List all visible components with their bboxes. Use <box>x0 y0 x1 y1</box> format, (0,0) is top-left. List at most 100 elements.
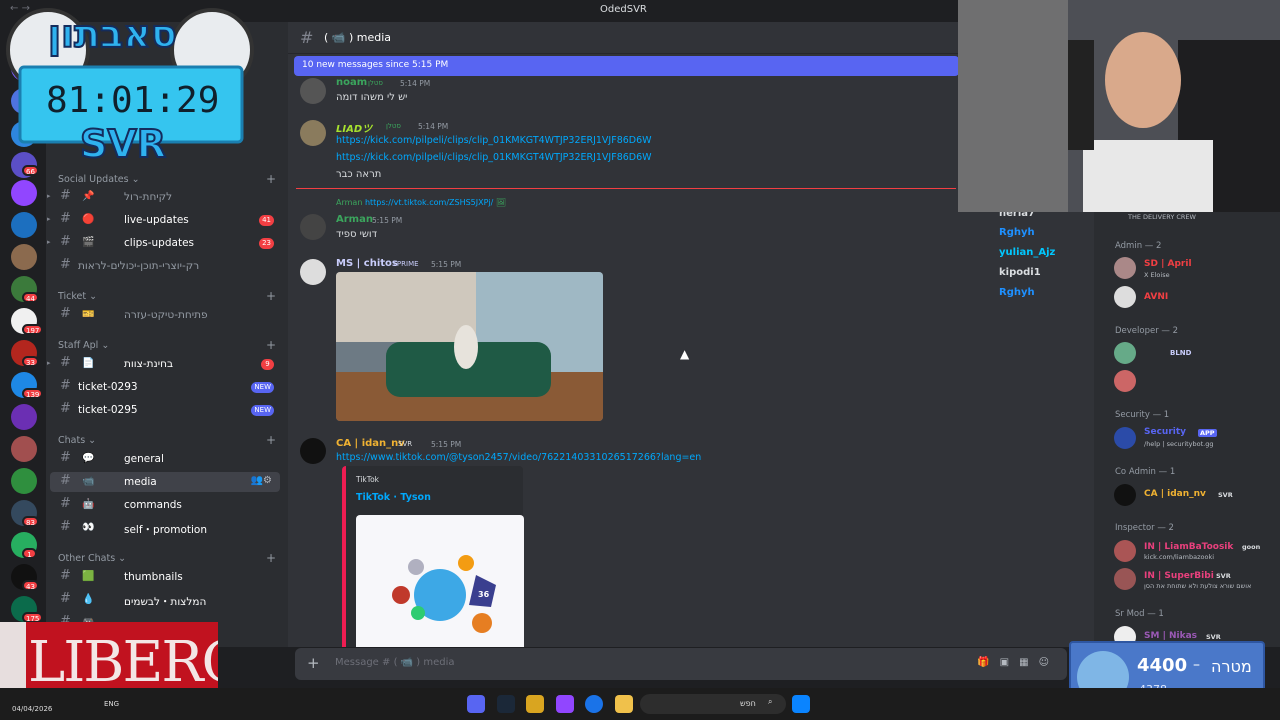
member-name[interactable]: IN | LiamBaToosik <box>1144 542 1233 552</box>
channel-settings-icon[interactable]: 👥⚙ <box>251 475 272 486</box>
server-badge: 43 <box>22 580 39 591</box>
member-name[interactable]: AVNI <box>1144 292 1168 302</box>
channel-self-promotion[interactable]: # 👀 self・promotion <box>50 518 280 538</box>
overlay-chat-name: Rghyh <box>999 287 1035 298</box>
avatar[interactable] <box>1114 342 1136 364</box>
message-input[interactable]: Message # ( 📹 ) media <box>335 657 455 668</box>
avatar[interactable] <box>300 120 326 146</box>
message-author[interactable]: CA | idan_nv <box>336 438 405 449</box>
message-link[interactable]: https://kick.com/pilpeli/clips/clip_01KM… <box>336 135 652 146</box>
avatar[interactable] <box>1114 484 1136 506</box>
hash-icon: # <box>60 257 71 272</box>
channel-open-ticket[interactable]: # 🎫 פתיחת-טיקט-עזרה <box>50 305 280 325</box>
message-link[interactable]: https://kick.com/pilpeli/clips/clip_01KM… <box>336 152 652 163</box>
member-name[interactable]: Security <box>1144 427 1186 437</box>
hash-icon: # <box>60 519 71 534</box>
member-name[interactable]: CA | idan_nv <box>1144 489 1206 499</box>
discord-icon[interactable] <box>467 695 485 713</box>
message-time: 5:14 PM <box>400 79 431 88</box>
category-staff-apl[interactable]: Staff Apl ⌄ + <box>58 338 276 352</box>
reply-preview[interactable]: Arman https://vt.tiktok.com/ZSHS5JXPj/ 🖼 <box>336 198 506 207</box>
folder-icon[interactable] <box>615 695 633 713</box>
app-icon[interactable] <box>556 695 574 713</box>
taskbar-search[interactable]: חפש ⌕ <box>640 694 786 714</box>
tiktok-embed[interactable]: TikTok TikTok · Tyson 36 <box>342 466 524 647</box>
rank-number: 36 <box>478 590 490 599</box>
channel-roles[interactable]: ▸ # 📌 לקיחת-רול <box>47 187 280 207</box>
add-channel-button[interactable]: + <box>266 551 276 565</box>
member-status: X Eloise <box>1144 271 1170 279</box>
message-text: דושי ספיד <box>336 229 378 240</box>
embed-title[interactable]: TikTok · Tyson <box>356 492 431 503</box>
server-icon[interactable] <box>11 468 37 494</box>
channel-name: self・promotion <box>124 524 207 536</box>
channel-perfume-recs[interactable]: # 💧 המלצות・לבשמים <box>50 590 280 610</box>
goal-label: מטרה <box>1211 657 1252 676</box>
message-author[interactable]: LIADツ <box>336 120 372 135</box>
member-name[interactable]: IN | SuperBibi <box>1144 571 1214 581</box>
server-badge: 33 <box>22 356 39 367</box>
reply-link[interactable]: https://vt.tiktok.com/ZSHS5JXPj/ <box>365 198 493 207</box>
category-ticket[interactable]: Ticket ⌄ + <box>58 289 276 303</box>
message-author[interactable]: Arman <box>336 214 373 225</box>
member-list: THE DELIVERY CREW Admin — 2 SD | April X… <box>1094 210 1280 647</box>
add-attachment-button[interactable]: + <box>307 654 320 672</box>
avatar[interactable] <box>1114 540 1136 562</box>
avatar[interactable] <box>300 438 326 464</box>
embed-provider[interactable]: TikTok <box>356 475 379 484</box>
channel-name: media <box>124 476 157 488</box>
category-label: Ticket <box>58 291 87 302</box>
add-channel-button[interactable]: + <box>266 433 276 447</box>
chrome-icon[interactable] <box>585 695 603 713</box>
category-label: Chats <box>58 435 86 446</box>
channel-media[interactable]: # 📹 media 👥⚙ <box>50 472 280 492</box>
avatar[interactable] <box>300 78 326 104</box>
app-icon[interactable] <box>526 695 544 713</box>
channel-staff-test[interactable]: ▸ # 📄 בחינת-צוות 9 <box>47 354 280 374</box>
category-social-updates[interactable]: Social Updates ⌄ + <box>58 172 276 186</box>
channel-ticket-0295[interactable]: # ticket-0295 NEW <box>50 400 280 420</box>
avatar[interactable] <box>1114 568 1136 590</box>
hash-icon: # <box>60 591 71 606</box>
channel-general[interactable]: # 💬 general <box>50 449 280 469</box>
add-channel-button[interactable]: + <box>266 338 276 352</box>
server-icon[interactable] <box>11 436 37 462</box>
new-messages-bar[interactable]: 10 new messages since 5:15 PM <box>294 56 959 76</box>
windows-start-icon[interactable] <box>792 695 810 713</box>
avatar[interactable] <box>1114 370 1136 392</box>
server-icon[interactable] <box>11 212 37 238</box>
avatar[interactable] <box>1114 427 1136 449</box>
channel-creators-only[interactable]: # רק-יוצרי-תוכן-יכולים-לראות <box>50 256 280 276</box>
role-tag: SVR <box>1206 633 1221 641</box>
avatar[interactable] <box>300 259 326 285</box>
member-category: Admin — 2 <box>1115 241 1162 251</box>
message-author[interactable]: noam <box>336 77 367 88</box>
message-composer[interactable]: + Message # ( 📹 ) media 🎁▣▦☺ <box>295 648 1067 680</box>
channel-live-updates[interactable]: ▸ # 🔴 live-updates 41 <box>47 210 280 230</box>
member-name[interactable]: SM | Nikas <box>1144 631 1197 641</box>
channel-commands[interactable]: # 🤖 commands <box>50 495 280 515</box>
channel-clips-updates[interactable]: ▸ # 🎬 clips-updates 23 <box>47 233 280 253</box>
steam-icon[interactable] <box>497 695 515 713</box>
member-name[interactable]: SD | April <box>1144 259 1192 269</box>
composer-icons[interactable]: 🎁▣▦☺ <box>977 657 1059 668</box>
avatar[interactable] <box>1114 286 1136 308</box>
message-link[interactable]: https://www.tiktok.com/@tyson2457/video/… <box>336 452 701 463</box>
server-icon[interactable] <box>11 404 37 430</box>
avatar[interactable] <box>1114 257 1136 279</box>
language-indicator[interactable]: ENG <box>104 700 119 708</box>
embed-thumbnail[interactable]: 36 <box>356 515 524 647</box>
attachment-image[interactable] <box>336 272 603 421</box>
twitch-server-icon[interactable] <box>11 180 37 206</box>
hash-icon: # <box>60 355 71 370</box>
avatar[interactable] <box>300 214 326 240</box>
channel-thumbnails[interactable]: # 🟩 thumbnails <box>50 567 280 587</box>
message-author[interactable]: MS | chitos <box>336 258 398 269</box>
category-other-chats[interactable]: Other Chats ⌄ + <box>58 551 276 565</box>
server-icon[interactable] <box>11 244 37 270</box>
webcam-feed <box>958 0 1280 212</box>
add-channel-button[interactable]: + <box>266 289 276 303</box>
channel-ticket-0293[interactable]: # ticket-0293 NEW <box>50 377 280 397</box>
channel-emoji: 💧 <box>82 594 95 605</box>
category-chats[interactable]: Chats ⌄ + <box>58 433 276 447</box>
